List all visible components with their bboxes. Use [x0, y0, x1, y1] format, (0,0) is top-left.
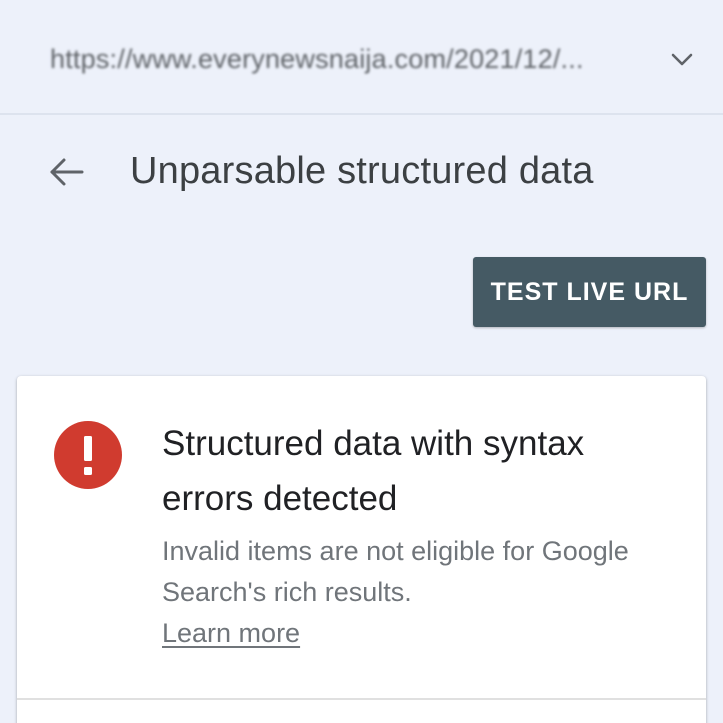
issue-description: Invalid items are not eligible for Googl…: [162, 536, 629, 607]
learn-more-link[interactable]: Learn more: [162, 613, 300, 654]
issue-card: Structured data with syntax errors detec…: [17, 376, 706, 723]
url-text: https://www.everynewsnaija.com/2021/12/.…: [50, 44, 584, 74]
page-title: Unparsable structured data: [130, 150, 594, 192]
error-icon: [54, 421, 122, 489]
issue-title: Structured data with syntax errors detec…: [162, 424, 585, 518]
card-divider: [17, 698, 706, 700]
arrow-back-icon[interactable]: [46, 152, 86, 192]
chevron-down-icon[interactable]: [668, 46, 696, 74]
screen: https://www.everynewsnaija.com/2021/12/.…: [0, 0, 723, 723]
test-live-url-button[interactable]: TEST LIVE URL: [473, 257, 706, 327]
url-selector[interactable]: https://www.everynewsnaija.com/2021/12/.…: [0, 0, 723, 115]
